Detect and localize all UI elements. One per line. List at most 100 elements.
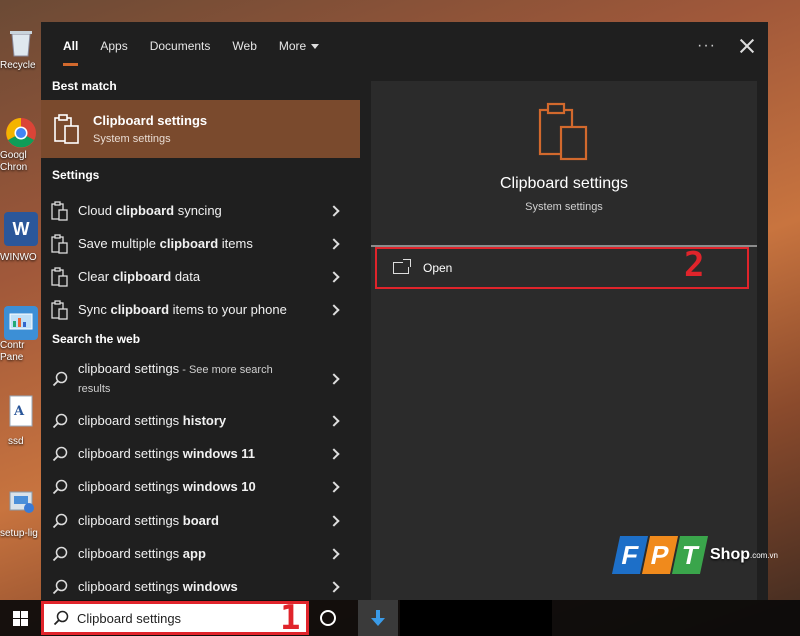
tab-apps[interactable]: Apps (89, 22, 138, 70)
result-label: clipboard settings - See more search resu… (78, 361, 273, 395)
result-label: clipboard settings app (78, 545, 206, 561)
chrome-icon (4, 116, 38, 150)
settings-result-clear-data[interactable]: Clear clipboard data (41, 260, 360, 293)
chevron-right-icon (328, 414, 340, 427)
clipboard-icon (50, 200, 68, 221)
web-result-windows-11[interactable]: clipboard settings windows 11 (41, 437, 360, 470)
search-web-header: Search the web (52, 332, 141, 346)
watermark-letter: T (671, 536, 709, 574)
chevron-down-icon (311, 44, 320, 50)
desktop-icon-word[interactable]: W WINWO (0, 212, 42, 264)
open-label: Open (423, 261, 453, 275)
windows-logo-icon (12, 610, 28, 626)
settings-header: Settings (52, 168, 100, 182)
chevron-right-icon (328, 447, 340, 460)
installer-icon (4, 484, 38, 518)
clipboard-icon (54, 114, 79, 144)
search-icon (52, 513, 67, 528)
result-label: Save multiple clipboard items (78, 235, 253, 251)
web-result-windows[interactable]: clipboard settings windows (41, 570, 360, 603)
chevron-right-icon (328, 204, 340, 217)
search-icon (52, 579, 67, 594)
chevron-right-icon (328, 547, 340, 560)
result-label: clipboard settings board (78, 512, 219, 528)
desktop-icon-recycle-bin[interactable]: Recycle (0, 26, 42, 72)
watermark-domain: .com.vn (750, 550, 779, 560)
desktop-icon-label: Googl Chron (0, 150, 28, 173)
open-icon (393, 259, 411, 274)
fpt-shop-watermark: F P T Shop .com.vn (611, 530, 800, 580)
chevron-right-icon (328, 514, 340, 527)
desktop-icon-label: Contr Pane (0, 340, 25, 363)
best-match-header: Best match (52, 79, 117, 93)
search-icon (53, 610, 69, 626)
tab-label: Documents (149, 39, 211, 53)
tab-label: Apps (100, 39, 128, 53)
result-label: clipboard settings windows 11 (78, 445, 256, 461)
web-result-windows-10[interactable]: clipboard settings windows 10 (41, 470, 360, 503)
best-match-result[interactable]: Clipboard settings System settings (41, 100, 360, 158)
clipboard-icon (50, 299, 68, 320)
desktop-icon-chrome[interactable]: Googl Chron (0, 116, 42, 174)
chevron-right-icon (328, 480, 340, 493)
web-result-board[interactable]: clipboard settings board (41, 504, 360, 537)
close-icon[interactable] (740, 39, 754, 53)
watermark-shop: Shop (710, 546, 750, 563)
results-list: Best match Clipboard settings System set… (41, 70, 360, 600)
desktop-icon-label: setup-lig (0, 528, 38, 539)
desktop-icon-label: WINWO (0, 252, 37, 263)
search-flyout: All Apps Documents Web More ··· Best mat… (41, 22, 768, 600)
tab-all[interactable]: All (52, 22, 89, 70)
web-result-see-more[interactable]: clipboard settings - See more search resu… (41, 353, 360, 405)
search-icon (52, 413, 67, 428)
chevron-right-icon (328, 580, 340, 593)
desktop-icon-label: ssd (8, 436, 24, 447)
cortana-icon[interactable] (320, 610, 336, 626)
best-match-title: Clipboard settings (93, 113, 208, 128)
tab-web[interactable]: Web (221, 22, 267, 70)
tab-label: Web (232, 39, 257, 53)
downloads-taskbar-button[interactable] (358, 600, 398, 636)
start-button[interactable] (0, 600, 40, 636)
clipboard-icon (50, 266, 68, 287)
result-label: Cloud clipboard syncing (78, 202, 222, 218)
best-match-subtitle: System settings (93, 133, 171, 145)
search-icon (52, 371, 67, 387)
settings-result-sync-phone[interactable]: Sync clipboard items to your phone (41, 293, 360, 326)
clipboard-icon (538, 102, 588, 161)
control-panel-icon (4, 306, 38, 340)
settings-result-save-multiple[interactable]: Save multiple clipboard items (41, 227, 360, 260)
download-arrow-icon (371, 610, 385, 626)
step-marker-1: 1 (280, 598, 301, 636)
recycle-bin-icon (4, 26, 38, 60)
clipboard-icon (50, 233, 68, 254)
result-label: clipboard settings windows (78, 578, 238, 594)
search-icon (52, 546, 67, 561)
result-label: clipboard settings windows 10 (78, 478, 256, 494)
tab-label: All (63, 39, 79, 53)
chevron-right-icon (328, 303, 340, 316)
web-result-app[interactable]: clipboard settings app (41, 537, 360, 570)
preview-title: Clipboard settings (499, 175, 629, 192)
chevron-right-icon (328, 270, 340, 283)
desktop-icon-control-panel[interactable]: Contr Pane (0, 306, 42, 364)
preview-pane: Clipboard settings System settings Open … (371, 81, 757, 600)
more-options-button[interactable]: ··· (697, 37, 716, 55)
search-input-value: Clipboard settings (77, 610, 182, 626)
chevron-right-icon (328, 237, 340, 250)
taskbar-search-input[interactable]: Clipboard settings (41, 601, 309, 635)
step-marker-2: 2 (684, 245, 705, 285)
taskbar-empty-area (400, 600, 552, 636)
tab-label: More (278, 39, 307, 53)
tab-documents[interactable]: Documents (139, 22, 222, 70)
svg-text:A: A (13, 404, 25, 419)
web-result-history[interactable]: clipboard settings history (41, 404, 360, 437)
result-label: clipboard settings history (78, 412, 227, 428)
tab-more[interactable]: More (268, 22, 330, 70)
document-icon: A (4, 394, 38, 428)
result-label: Sync clipboard items to your phone (78, 301, 287, 317)
search-icon (52, 479, 67, 494)
settings-result-cloud-sync[interactable]: Cloud clipboard syncing (41, 194, 360, 227)
desktop-icon-ssd[interactable]: A ssd (0, 394, 42, 448)
desktop-icon-setup[interactable]: setup-lig (0, 484, 42, 540)
